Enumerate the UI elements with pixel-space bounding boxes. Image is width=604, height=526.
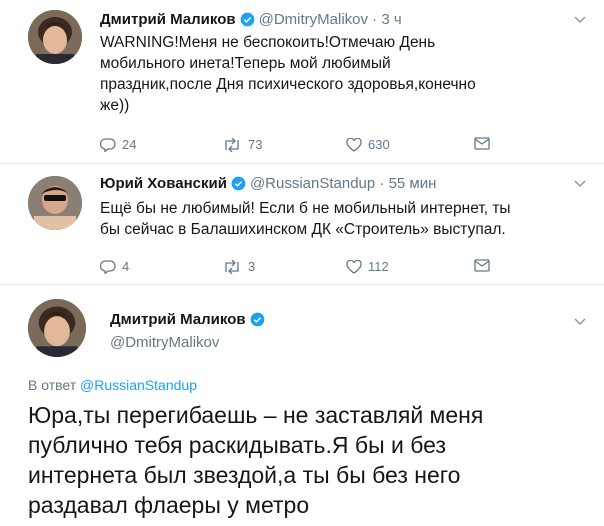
reply-button[interactable]: 4 xyxy=(100,259,129,274)
reply-handle-link[interactable]: @RussianStandup xyxy=(80,377,197,393)
reply-context: В ответ @RussianStandup xyxy=(28,377,197,393)
tweet-text-line: раздавал флаеры у метро xyxy=(28,492,310,518)
tweet-1[interactable]: Дмитрий Маликов @DmitryMalikov · 3 ч WAR… xyxy=(0,0,604,160)
tweet-text-line: Юра,ты перегибаешь – не заставляй меня xyxy=(28,402,484,428)
tweet-text-line: WARNING!Меня не беспокоить!Отмечаю День xyxy=(100,34,436,51)
reply-count: 4 xyxy=(122,259,130,274)
retweet-button[interactable]: 73 xyxy=(222,137,262,152)
tweet-text-line: публично тебя раскидывать.Я бы и без xyxy=(28,432,446,458)
tweet-text-line: интернета был звездой,а ты бы без него xyxy=(28,462,461,488)
retweet-icon xyxy=(225,259,239,274)
author-name[interactable]: Юрий Хованский xyxy=(100,175,227,192)
like-button[interactable]: 112 xyxy=(346,259,389,274)
like-count: 112 xyxy=(368,259,389,274)
tweet-text-line: мобильного инета!Теперь мой любимый xyxy=(100,55,391,72)
main-tweet: Дмитрий Маликов @DmitryMalikov В ответ @… xyxy=(0,285,604,526)
chevron-down-icon[interactable] xyxy=(574,13,586,27)
avatar[interactable] xyxy=(28,10,82,64)
reply-icon xyxy=(100,259,116,274)
tweet-text: WARNING!Меня не беспокоить!Отмечаю День … xyxy=(100,32,476,116)
verified-icon xyxy=(250,312,264,327)
retweet-count: 3 xyxy=(248,259,256,274)
avatar[interactable] xyxy=(28,299,86,357)
like-count: 630 xyxy=(368,137,390,152)
tweet-text-line: бы сейчас в Балашихинском ДК «Строитель»… xyxy=(100,221,506,238)
reply-count: 24 xyxy=(122,137,137,152)
like-icon xyxy=(346,137,362,152)
tweet-text-line: Ещё бы не любимый! Если б не мобильный и… xyxy=(100,200,511,217)
dm-button[interactable] xyxy=(474,259,496,272)
reply-button[interactable]: 24 xyxy=(100,137,136,152)
tweet-text: Юра,ты перегибаешь – не заставляй меня п… xyxy=(28,400,483,520)
verified-icon xyxy=(231,176,246,191)
avatar[interactable] xyxy=(28,176,82,230)
tweet-text-line: праздник,после Дня психического здоровья… xyxy=(100,76,476,93)
like-button[interactable]: 630 xyxy=(346,137,390,152)
author-handle[interactable]: @DmitryMalikov xyxy=(110,334,219,351)
author-handle[interactable]: @RussianStandup · 55 мин xyxy=(250,175,436,192)
retweet-button[interactable]: 3 xyxy=(222,259,255,274)
dm-button[interactable] xyxy=(474,137,496,150)
author-handle[interactable]: @DmitryMalikov · 3 ч xyxy=(259,11,402,28)
dm-icon xyxy=(474,137,490,150)
dm-icon xyxy=(474,259,490,272)
author-name[interactable]: Дмитрий Маликов xyxy=(100,11,236,28)
retweet-icon xyxy=(225,137,239,152)
reply-icon xyxy=(100,137,116,152)
verified-icon xyxy=(240,12,254,27)
like-icon xyxy=(346,259,362,274)
tweet-2[interactable]: Юрий Хованский @RussianStandup · 55 мин … xyxy=(0,164,604,282)
reply-prefix: В ответ xyxy=(28,377,77,393)
chevron-down-icon[interactable] xyxy=(574,315,586,329)
chevron-down-icon[interactable] xyxy=(574,177,586,191)
tweet-text-line: же)) xyxy=(100,97,130,114)
retweet-count: 73 xyxy=(248,137,263,152)
author-name[interactable]: Дмитрий Маликов xyxy=(110,311,246,328)
tweet-text: Ещё бы не любимый! Если б не мобильный и… xyxy=(100,198,511,240)
